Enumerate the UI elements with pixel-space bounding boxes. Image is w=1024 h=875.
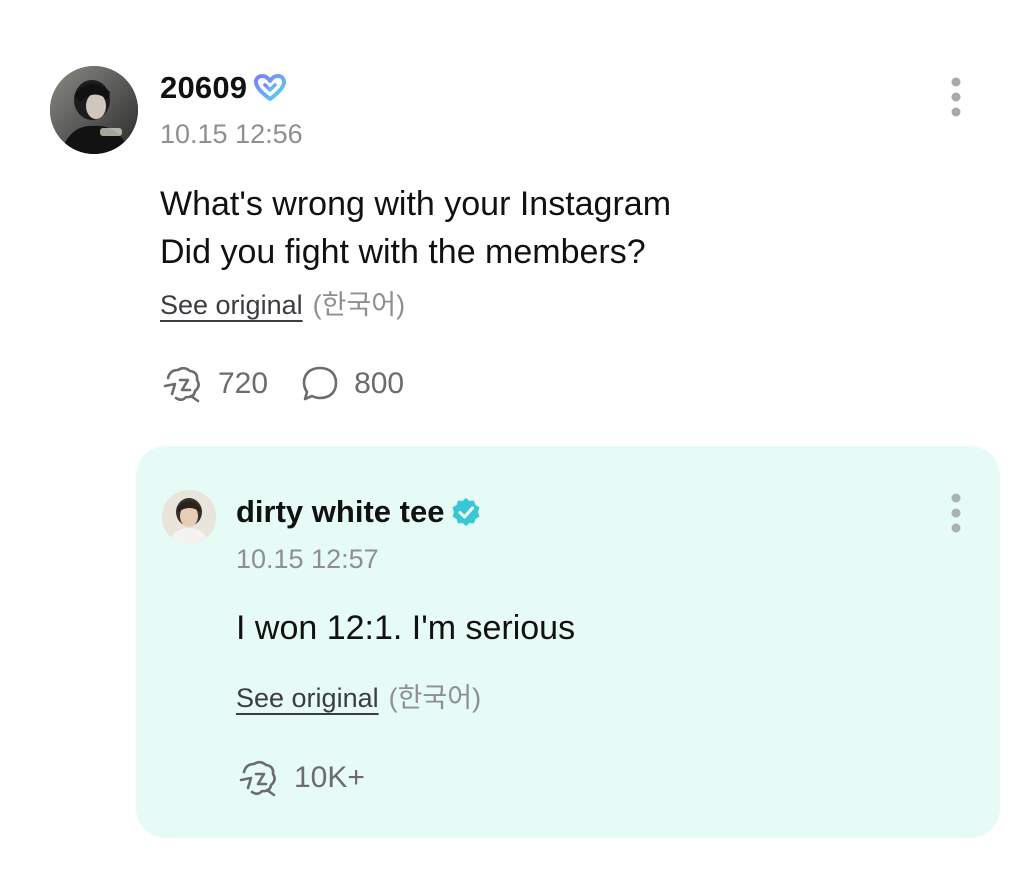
heart-badge-icon [254,74,287,101]
language-label: (한국어) [312,290,406,320]
reply-text: I won 12:1. I'm serious [236,609,576,647]
reply-card: dirty white tee 10.15 12:57 I won 12:1. … [136,446,1000,838]
reply-author[interactable]: dirty white tee [236,494,482,530]
post-timestamp: 10.15 12:56 [160,119,303,149]
post-translation-row: See original (한국어) [160,283,405,322]
reaction-count: 720 [218,367,269,400]
reply-reaction-button[interactable]: 10K+ [236,758,365,798]
comment-button[interactable]: 800 [300,364,404,404]
post-text-line: Did you fight with the members? [160,233,646,271]
post-text-line: What's wrong with your Instagram [160,185,672,223]
more-vertical-icon [951,493,961,533]
reaction-count: 10K+ [294,761,365,794]
reply-avatar[interactable] [162,490,216,544]
reply-timestamp: 10.15 12:57 [236,544,379,574]
reaction-icon [239,760,276,797]
more-vertical-icon [951,77,961,117]
reaction-icon [163,366,200,403]
post-stats: 720 800 [160,364,436,404]
post-username[interactable]: 20609 [160,70,247,106]
verified-badge-icon [452,498,480,526]
post-more-options-button[interactable] [944,76,968,118]
reply-username[interactable]: dirty white tee [236,494,444,530]
user-avatar[interactable] [50,66,138,154]
post-text: What's wrong with your Instagram Did you… [160,180,671,276]
avatar-image [50,66,138,154]
post-author[interactable]: 20609 [160,70,287,106]
reply-translation-row: See original (한국어) [236,676,481,715]
avatar-image [162,490,216,544]
reply-more-options-button[interactable] [944,492,968,534]
reaction-button[interactable]: 720 [160,364,268,404]
see-original-link[interactable]: See original [236,683,379,714]
comment-count: 800 [354,367,405,400]
see-original-link[interactable]: See original [160,290,303,321]
comment-icon [302,366,338,401]
language-label: (한국어) [388,683,482,713]
